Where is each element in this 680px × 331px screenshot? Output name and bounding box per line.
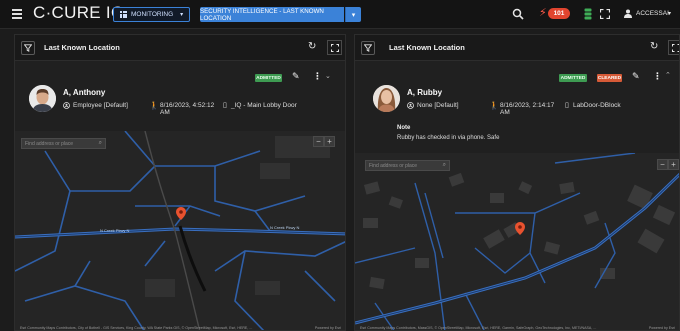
person-photo [373,85,400,112]
powered-by: Powered by Esri [314,326,341,330]
map-canvas[interactable] [355,153,679,331]
access-datetime: 8/16/2023, 2:14:17 AM [500,102,555,116]
chevron-down-icon[interactable]: ⌄ [325,72,331,80]
chevron-down-icon[interactable]: ▾ [668,10,671,17]
filter-button[interactable] [361,41,375,55]
map-search-input[interactable]: Find address or place ⌕ [365,160,450,171]
chevron-up-icon[interactable]: ⌃ [665,71,671,79]
door-icon: ▯ [565,102,569,109]
person-name: A, Anthony [63,88,106,97]
powered-by: Powered by Esri [648,326,675,330]
view-dropdown-button[interactable]: ▾ [345,7,361,22]
panel-header: Last Known Location ↻ [15,35,345,61]
apps-grid-icon [120,11,127,18]
map-attribution: Esri Community Maps Contributors, City o… [20,326,253,330]
status-badge: ADMITTED [255,74,282,82]
search-icon[interactable]: ⌕ [99,140,102,147]
lightning-icon[interactable]: ⚡ [539,6,547,19]
database-icon[interactable] [584,8,592,20]
fullscreen-icon [330,43,339,52]
chevron-down-icon: ▾ [351,11,356,19]
monitoring-label: MONITORING [131,11,174,18]
panel-header: Last Known Location ↻ [355,35,679,61]
map-search-placeholder: Find address or place [25,140,74,147]
edit-icon[interactable]: ✎ [292,71,300,82]
brand-logo: C·CURE IQ [33,3,125,22]
person-name: A, Rubby [407,88,443,97]
door-name: LabDoor-DBlock [573,102,621,109]
map-search-placeholder: Find address or place [369,162,418,169]
map-attribution: Esri Community Maps Contributors, MassGI… [360,326,597,330]
expand-button[interactable] [327,40,342,55]
fullscreen-icon[interactable] [600,9,610,19]
person-role: Employee [Default] [63,102,128,109]
monitoring-button[interactable]: MONITORING ▾ [113,7,190,22]
filter-button[interactable] [21,41,35,55]
zoom-out-button[interactable]: − [657,159,668,170]
avatar [373,85,400,112]
user-icon[interactable] [624,9,632,18]
last-known-location-panel: Last Known Location ↻ ADMITTED ✎ ⋮ ⌄ A, … [14,34,346,331]
expand-button[interactable] [668,40,679,55]
badge-icon [407,102,414,109]
more-options-icon[interactable]: ⋮ [653,71,662,82]
refresh-icon[interactable]: ↻ [308,41,316,52]
zoom-controls: − + [657,159,679,170]
more-options-icon[interactable]: ⋮ [313,71,322,82]
top-bar: C·CURE IQ MONITORING ▾ SECURITY INTELLIG… [0,0,680,29]
badge-icon [63,102,70,109]
status-badge: CLEARED [597,74,622,82]
refresh-icon[interactable]: ↻ [650,41,658,52]
search-icon[interactable]: ⌕ [443,162,446,169]
door-icon: ▯ [223,102,227,109]
alarm-count-badge[interactable]: 101 [548,8,570,19]
filter-icon [24,44,32,52]
zoom-controls: − + [313,136,335,147]
zoom-out-button[interactable]: − [313,136,324,147]
person-role-text: None [Default] [417,102,459,109]
person-role-text: Employee [Default] [73,102,128,109]
panel-title: Last Known Location [44,43,120,52]
walking-icon: 🚶 [149,101,159,110]
location-map[interactable]: N Creek Pkwy N N Creek Pkwy N Find addre… [15,131,345,331]
chevron-down-icon: ▾ [180,12,184,18]
panel-title: Last Known Location [389,43,465,52]
person-role: None [Default] [407,102,459,109]
location-map[interactable]: Find address or place ⌕ − + Esri Communi… [355,153,679,331]
zoom-in-button[interactable]: + [324,136,335,147]
map-search-input[interactable]: Find address or place ⌕ [21,138,106,149]
access-datetime: 8/16/2023, 4:52:12 AM [160,102,215,116]
person-photo [29,85,56,112]
zoom-in-button[interactable]: + [668,159,679,170]
note-label: Note [397,125,411,131]
road-label: N Creek Pkwy N [100,228,129,233]
fullscreen-icon [671,43,679,52]
edit-icon[interactable]: ✎ [632,71,640,82]
filter-icon [364,44,372,52]
road-label: N Creek Pkwy N [270,225,299,230]
search-icon[interactable] [512,8,524,20]
active-view-button[interactable]: SECURITY INTELLIGENCE - LAST KNOWN LOCAT… [200,7,344,22]
walking-icon: 🚶 [489,101,499,110]
door-name: _IQ - Main Lobby Door [231,102,297,109]
note-text: Rubby has checked in via phone. Safe [397,135,500,141]
status-badge: ADMITTED [559,74,587,82]
hamburger-icon[interactable] [12,9,22,19]
user-name[interactable]: ACCESSAI [636,10,669,17]
avatar [29,85,56,112]
map-canvas[interactable]: N Creek Pkwy N N Creek Pkwy N [15,131,345,331]
last-known-location-panel: Last Known Location ↻ ADMITTED CLEARED ✎… [354,34,680,331]
